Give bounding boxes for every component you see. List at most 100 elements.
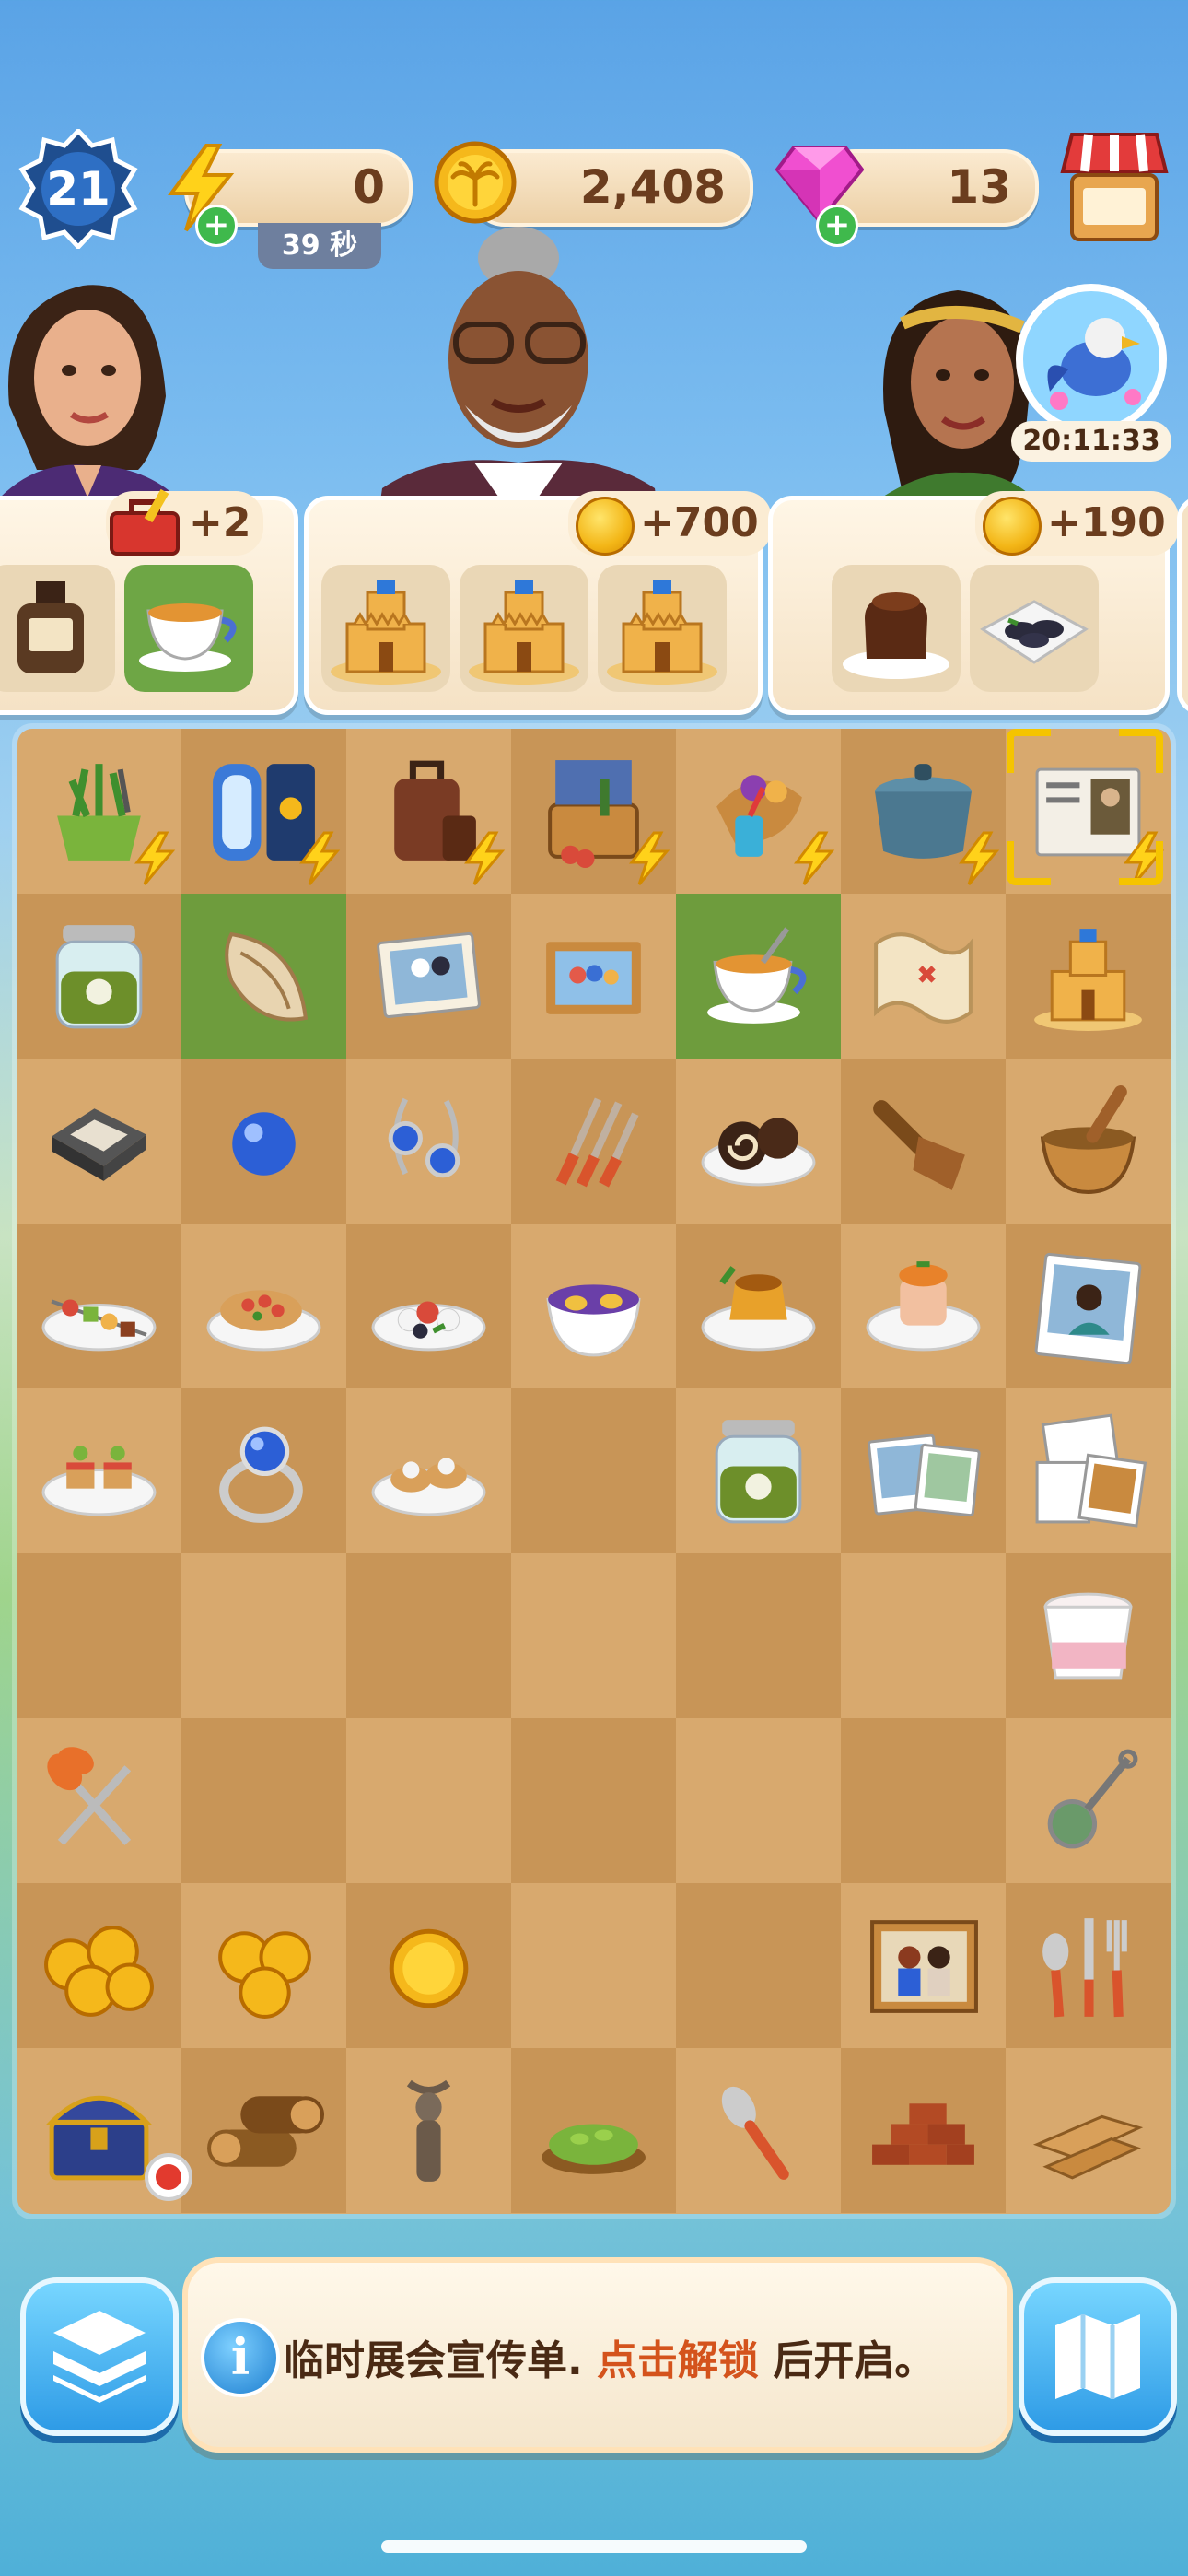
board-cell-empty[interactable] (511, 1388, 676, 1553)
treasure-map-icon[interactable] (863, 916, 984, 1036)
level-badge[interactable]: 21 (18, 129, 138, 249)
board-cell[interactable] (181, 1059, 346, 1224)
board-cell[interactable] (841, 1388, 1006, 1553)
green-tea-leaves-icon[interactable] (533, 2070, 654, 2191)
wooden-planks-icon[interactable] (1028, 2070, 1148, 2191)
board-cell[interactable] (1006, 1224, 1171, 1388)
board-cell[interactable] (17, 1224, 181, 1388)
board-cell-empty[interactable] (511, 1553, 676, 1718)
board-cell-empty[interactable] (841, 1718, 1006, 1883)
board-cell-empty[interactable] (676, 1553, 841, 1718)
flan-plate-icon[interactable] (698, 1246, 819, 1366)
map-button[interactable] (1019, 2277, 1177, 2436)
board-cell[interactable] (1006, 2048, 1171, 2213)
board-cell[interactable] (676, 1388, 841, 1553)
photo-pair-icon[interactable] (863, 1411, 984, 1531)
wooden-idol-icon[interactable] (368, 2070, 489, 2191)
board-cell[interactable] (181, 729, 346, 894)
yogurt-cup-icon[interactable] (1028, 1575, 1148, 1696)
spoon-icon[interactable] (698, 2070, 819, 2191)
camera-photo-box-icon[interactable] (39, 1081, 159, 1201)
wooden-scoop-icon[interactable] (863, 1081, 984, 1201)
kebab-plate-icon[interactable] (39, 1246, 159, 1366)
swiss-roll-icon[interactable] (698, 1081, 819, 1201)
home-indicator[interactable] (381, 2540, 807, 2553)
sandcastle-icon[interactable] (1028, 916, 1148, 1036)
board-cell[interactable] (17, 729, 181, 894)
family-photo-icon[interactable] (533, 916, 654, 1036)
berry-egg-bowl-icon[interactable] (533, 1246, 654, 1366)
board-cell[interactable] (841, 1059, 1006, 1224)
board-cell[interactable] (676, 2048, 841, 2213)
tartlet-plate-icon[interactable] (368, 1411, 489, 1531)
board-cell[interactable] (17, 1718, 181, 1883)
board-cell[interactable] (511, 729, 676, 894)
unlock-link[interactable]: 点击解锁 (597, 2337, 759, 2384)
board-cell[interactable] (511, 1224, 676, 1388)
inventory-button[interactable] (20, 2277, 179, 2436)
board-cell[interactable] (841, 2048, 1006, 2213)
order-card-4-edge[interactable] (1177, 496, 1188, 715)
board-cell[interactable] (1006, 1883, 1171, 2048)
board-cell[interactable] (346, 894, 511, 1059)
board-cell[interactable] (346, 2048, 511, 2213)
coin-pile-large-icon[interactable] (39, 1905, 159, 2026)
board-cell[interactable] (1006, 1718, 1171, 1883)
wedding-photo-icon[interactable] (368, 916, 489, 1036)
firewood-logs-icon[interactable] (204, 2070, 324, 2191)
tea-jar-small-icon[interactable] (698, 1411, 819, 1531)
add-gems-button[interactable]: + (816, 205, 858, 247)
board-cell[interactable] (181, 2048, 346, 2213)
event-badge[interactable]: 20:11:33 (1011, 281, 1171, 462)
board-cell[interactable] (1006, 1388, 1171, 1553)
board-cell[interactable] (346, 729, 511, 894)
shop-stall-icon[interactable] (1059, 129, 1170, 249)
board-cell[interactable] (17, 1059, 181, 1224)
treasure-chest-icon[interactable] (39, 2070, 159, 2191)
board-cell[interactable] (346, 1388, 511, 1553)
board-cell[interactable] (1006, 1553, 1171, 1718)
board-cell[interactable] (346, 1224, 511, 1388)
board-cell-empty[interactable] (511, 1718, 676, 1883)
board-cell-empty[interactable] (676, 1883, 841, 2048)
board-cell-empty[interactable] (676, 1718, 841, 1883)
cutlery-set-icon[interactable] (533, 1081, 654, 1201)
order-card-3[interactable]: +190 (768, 491, 1179, 715)
tea-cup-icon[interactable] (698, 916, 819, 1036)
bruschetta-plate-icon[interactable] (204, 1246, 324, 1366)
board-cell-empty[interactable] (346, 1718, 511, 1883)
board-cell[interactable] (676, 1059, 841, 1224)
board-cell[interactable] (1006, 1059, 1171, 1224)
order-card-1[interactable]: +2 (0, 488, 298, 715)
photo-stack-icon[interactable] (1028, 1411, 1148, 1531)
board-cell[interactable] (841, 1224, 1006, 1388)
brick-pile-icon[interactable] (863, 2070, 984, 2191)
board-cell-empty[interactable] (17, 1553, 181, 1718)
locked-message-panel[interactable]: i 临时展会宣传单. 点击解锁 后开启。 (182, 2257, 1013, 2453)
add-energy-button[interactable]: + (195, 205, 238, 247)
persimmon-dessert-icon[interactable] (863, 1246, 984, 1366)
polaroid-portrait-icon[interactable] (1028, 1246, 1148, 1366)
board-cell[interactable] (346, 1059, 511, 1224)
single-coin-icon[interactable] (368, 1905, 489, 2026)
tea-strainer-icon[interactable] (1028, 1740, 1148, 1861)
board-cell[interactable] (181, 1883, 346, 2048)
order-card-2[interactable]: +700 (304, 491, 772, 715)
board-cell[interactable] (17, 894, 181, 1059)
coin-pile-medium-icon[interactable] (204, 1905, 324, 2026)
board-cell[interactable] (181, 1388, 346, 1553)
board-cell[interactable] (17, 1388, 181, 1553)
board-cell[interactable] (841, 894, 1006, 1059)
board-cell[interactable] (676, 1224, 841, 1388)
board-cell[interactable] (1006, 894, 1171, 1059)
blue-bead-icon[interactable] (204, 1081, 324, 1201)
board-cell[interactable] (511, 1059, 676, 1224)
board-cell[interactable] (511, 894, 676, 1059)
caprese-plate-icon[interactable] (368, 1246, 489, 1366)
seashell-icon[interactable] (204, 916, 324, 1036)
board-cell[interactable] (511, 2048, 676, 2213)
board-cell-empty[interactable] (841, 1553, 1006, 1718)
board-cell[interactable] (676, 894, 841, 1059)
tea-jar-icon[interactable] (39, 916, 159, 1036)
board-cell[interactable] (841, 729, 1006, 894)
